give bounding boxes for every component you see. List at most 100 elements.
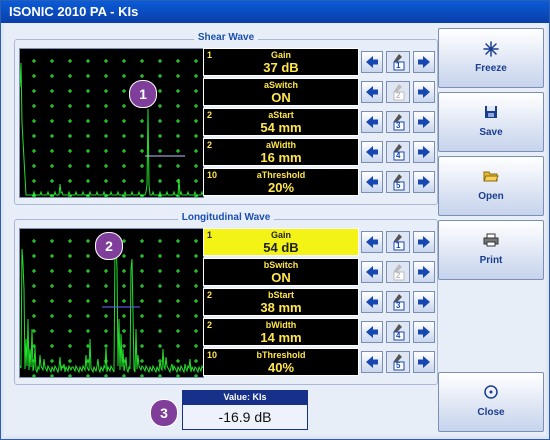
group-title-shear: Shear Wave [193, 32, 259, 43]
step-number-button[interactable]: 1 [386, 51, 410, 73]
increase-arrow-button[interactable] [413, 141, 435, 163]
param-bthreshold[interactable]: 10 bThreshold 40% [203, 348, 359, 376]
increase-arrow-button[interactable] [413, 351, 435, 373]
save-label: Save [479, 127, 503, 138]
decrease-arrow-button[interactable] [361, 111, 383, 133]
param-gain[interactable]: 1 Gain 54 dB [203, 228, 359, 256]
arrow-left-icon [366, 356, 378, 368]
print-button[interactable]: Print [438, 220, 544, 280]
longitudinal-wave-group: Longitudinal Wave 1 Gain 54 dB bSwitch O… [14, 212, 438, 385]
step-control-row: 5 [361, 168, 437, 196]
step-number-button[interactable]: 4 [386, 321, 410, 343]
shear-wave-group: Shear Wave 1 Gain 37 dB aSwitch ON 2 aSt… [14, 32, 438, 205]
shear-controls: 1 2 3 4 5 [361, 48, 437, 196]
group-title-longitudinal: Longitudinal Wave [177, 212, 275, 223]
increase-arrow-button[interactable] [413, 51, 435, 73]
freeze-button[interactable]: Freeze [438, 28, 544, 88]
param-value: 16 mm [260, 150, 302, 165]
step-number-button[interactable]: 5 [386, 351, 410, 373]
arrow-right-icon [418, 176, 430, 188]
param-bwidth[interactable]: 2 bWidth 14 mm [203, 318, 359, 346]
increase-arrow-button[interactable] [413, 171, 435, 193]
shear-wave-ascan [19, 59, 204, 198]
step-control-row: 3 [361, 108, 437, 136]
param-label: Gain [270, 230, 291, 240]
decrease-arrow-button[interactable] [361, 51, 383, 73]
arrow-left-icon [366, 56, 378, 68]
open-label: Open [478, 191, 504, 202]
param-value: 38 mm [260, 300, 302, 315]
increase-arrow-button[interactable] [413, 231, 435, 253]
increase-arrow-button[interactable] [413, 111, 435, 133]
param-gain[interactable]: 1 Gain 37 dB [203, 48, 359, 76]
param-aswitch[interactable]: aSwitch ON [203, 78, 359, 106]
callout-badge-3: 3 [150, 399, 178, 427]
arrow-right-icon [418, 116, 430, 128]
decrease-arrow-button[interactable] [361, 261, 383, 283]
callout-badge-1: 1 [129, 80, 157, 108]
param-label: aStart [268, 110, 294, 120]
step-number-button[interactable]: 4 [386, 141, 410, 163]
step-number: 4 [396, 151, 401, 160]
decrease-arrow-button[interactable] [361, 231, 383, 253]
decrease-arrow-button[interactable] [361, 321, 383, 343]
step-number: 5 [396, 361, 401, 370]
value-box-value: -16.9 dB [182, 404, 308, 430]
decrease-arrow-button[interactable] [361, 291, 383, 313]
longitudinal-controls: 1 2 3 4 5 [361, 228, 437, 376]
param-value: 20% [267, 180, 295, 195]
step-number: 1 [396, 241, 401, 250]
param-astart[interactable]: 2 aStart 54 mm [203, 108, 359, 136]
increase-arrow-button[interactable] [413, 81, 435, 103]
decrease-arrow-button[interactable] [361, 81, 383, 103]
increase-arrow-button[interactable] [413, 321, 435, 343]
step-number-button[interactable]: 1 [386, 231, 410, 253]
param-label: aSwitch [263, 80, 298, 90]
param-awidth[interactable]: 2 aWidth 16 mm [203, 138, 359, 166]
arrow-right-icon [418, 266, 430, 278]
step-number: 2 [396, 271, 401, 280]
param-value: 14 mm [260, 330, 302, 345]
close-button[interactable]: Close [438, 372, 544, 432]
arrow-left-icon [366, 326, 378, 338]
step-number-button[interactable]: 3 [386, 291, 410, 313]
param-label: bStart [267, 290, 294, 300]
param-value: 40% [267, 360, 295, 375]
param-label: bSwitch [263, 260, 299, 270]
param-bstart[interactable]: 2 bStart 38 mm [203, 288, 359, 316]
print-label: Print [479, 255, 503, 266]
param-athreshold[interactable]: 10 aThreshold 20% [203, 168, 359, 196]
client-area: Shear Wave 1 Gain 37 dB aSwitch ON 2 aSt… [4, 23, 546, 436]
arrow-right-icon [418, 86, 430, 98]
param-bswitch[interactable]: bSwitch ON [203, 258, 359, 286]
longitudinal-params: 1 Gain 54 dB bSwitch ON 2 bStart 38 mm 2… [203, 228, 359, 376]
decrease-arrow-button[interactable] [361, 171, 383, 193]
increase-arrow-button[interactable] [413, 291, 435, 313]
shear-wave-scope[interactable] [19, 48, 204, 198]
decrease-arrow-button[interactable] [361, 141, 383, 163]
step-number-button[interactable]: 5 [386, 171, 410, 193]
param-label: aWidth [266, 140, 296, 150]
value-box: Value: KIs -16.9 dB [182, 390, 308, 430]
step-number-button[interactable]: 2 [386, 261, 410, 283]
decrease-arrow-button[interactable] [361, 351, 383, 373]
value-box-title: Value: KIs [182, 390, 308, 404]
arrow-left-icon [366, 86, 378, 98]
close-label: Close [477, 407, 505, 418]
open-button[interactable]: Open [438, 156, 544, 216]
arrow-right-icon [418, 356, 430, 368]
save-button[interactable]: Save [438, 92, 544, 152]
step-control-row: 2 [361, 258, 437, 286]
scope-grid [32, 59, 198, 198]
close-circle-icon [439, 385, 543, 404]
step-number: 3 [396, 301, 401, 310]
param-value: 54 mm [260, 120, 302, 135]
arrow-right-icon [418, 326, 430, 338]
step-number-button[interactable]: 2 [386, 81, 410, 103]
param-label: Gain [270, 50, 291, 60]
arrow-right-icon [418, 146, 430, 158]
step-number: 1 [396, 61, 401, 70]
increase-arrow-button[interactable] [413, 261, 435, 283]
shear-wave-trace [19, 62, 204, 196]
step-number-button[interactable]: 3 [386, 111, 410, 133]
